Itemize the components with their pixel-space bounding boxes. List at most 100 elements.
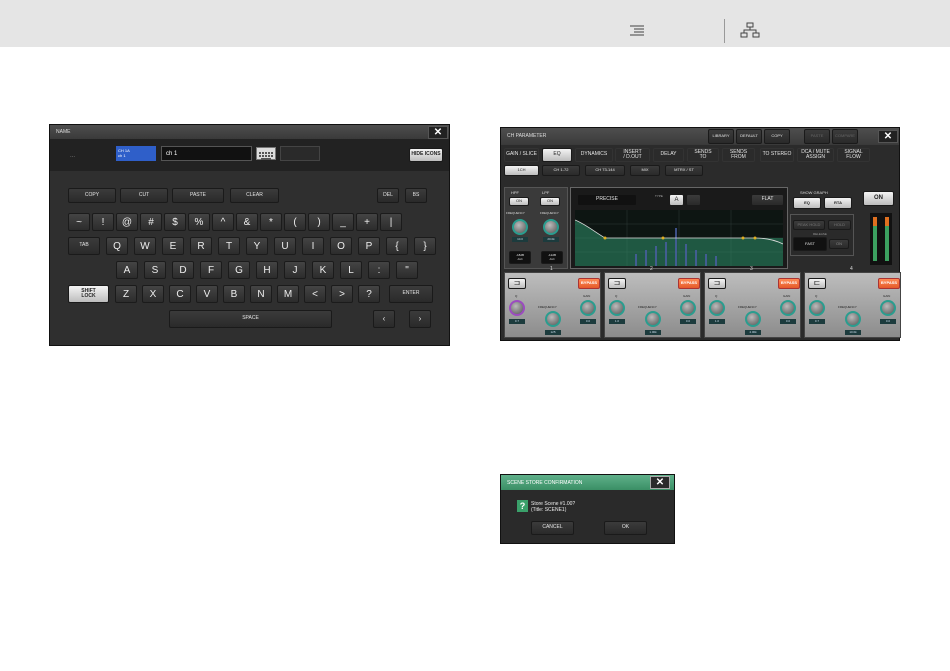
key-row1-8[interactable]: * (260, 213, 282, 231)
key-row2-11[interactable]: } (414, 237, 436, 255)
enter-key[interactable]: ENTER (389, 285, 433, 303)
key-row2-9[interactable]: P (358, 237, 380, 255)
bypass-button[interactable]: BYPASS (878, 278, 900, 289)
hpf-on-button[interactable]: ON (509, 197, 529, 206)
tab-0[interactable]: GAIN / SLICE (504, 148, 539, 162)
key-row2-10[interactable]: { (386, 237, 408, 255)
site-map-icon[interactable] (740, 22, 760, 38)
bypass-button[interactable]: BYPASS (678, 278, 700, 289)
key-row2-0[interactable]: Q (106, 237, 128, 255)
rta-on-button[interactable]: ON (829, 239, 849, 249)
paste-button[interactable]: PASTE (804, 129, 830, 144)
key-row1-3[interactable]: # (140, 213, 162, 231)
default-button[interactable]: DEFAULT (736, 129, 762, 144)
ok-button[interactable]: OK (604, 521, 647, 535)
key-row3-3[interactable]: F (200, 261, 222, 279)
key-row2-2[interactable]: E (162, 237, 184, 255)
close-icon[interactable]: ✕ (650, 476, 670, 489)
table-of-contents-icon[interactable] (628, 24, 646, 38)
tab-key[interactable]: TAB (68, 237, 100, 255)
close-icon[interactable]: ✕ (428, 126, 448, 139)
key-row4-1[interactable]: X (142, 285, 164, 303)
eq-mode-select[interactable]: PRECISE (577, 194, 637, 206)
key-row3-2[interactable]: D (172, 261, 194, 279)
q-knob[interactable] (709, 300, 725, 316)
gain-knob[interactable] (580, 300, 596, 316)
key-row1-0[interactable]: ~ (68, 213, 90, 231)
cut-button[interactable]: CUT (120, 188, 168, 203)
key-row3-4[interactable]: G (228, 261, 250, 279)
eq-response-graph[interactable] (575, 210, 783, 266)
release-speed-select[interactable]: FAST (793, 237, 827, 251)
key-row3-7[interactable]: K (312, 261, 334, 279)
band-type-select[interactable]: ⊐ (608, 278, 626, 289)
hold-button[interactable]: HOLD (828, 220, 851, 230)
name-input[interactable]: ch 1 (161, 146, 252, 161)
key-row4-4[interactable]: B (223, 285, 245, 303)
eq-type-b-button[interactable] (686, 194, 701, 206)
key-row1-11[interactable]: _ (332, 213, 354, 231)
key-row2-4[interactable]: T (218, 237, 240, 255)
copy-button[interactable]: COPY (764, 129, 790, 144)
cursor-right-key[interactable]: › (409, 310, 431, 328)
key-row2-5[interactable]: Y (246, 237, 268, 255)
keyboard-icon[interactable] (256, 147, 276, 160)
key-row4-9[interactable]: ? (358, 285, 380, 303)
key-row3-8[interactable]: L (340, 261, 362, 279)
key-row4-8[interactable]: > (331, 285, 353, 303)
eq-type-a-button[interactable]: A (669, 194, 684, 206)
key-row4-5[interactable]: N (250, 285, 272, 303)
key-row4-2[interactable]: C (169, 285, 191, 303)
tab-4[interactable]: DELAY (653, 148, 684, 162)
tab-7[interactable]: TO STEREO (760, 148, 794, 162)
key-row3-9[interactable]: : (368, 261, 390, 279)
tab-3[interactable]: INSERT / D.OUT (615, 148, 650, 162)
hide-icons-button[interactable]: HIDE ICONS (409, 148, 443, 162)
key-row4-0[interactable]: Z (115, 285, 137, 303)
lpf-frequency-knob[interactable] (543, 219, 559, 235)
key-row3-10[interactable]: " (396, 261, 418, 279)
tab-6[interactable]: SENDS FROM (722, 148, 755, 162)
key-row4-3[interactable]: V (196, 285, 218, 303)
key-row1-9[interactable]: ( (284, 213, 306, 231)
key-row1-2[interactable]: @ (116, 213, 138, 231)
frequency-knob[interactable] (745, 311, 761, 327)
tab-8[interactable]: DCA / MUTE ASSIGN (797, 148, 834, 162)
clear-button[interactable]: CLEAR (230, 188, 279, 203)
key-row1-7[interactable]: & (236, 213, 258, 231)
close-icon[interactable]: ✕ (878, 130, 898, 143)
tab-5[interactable]: SENDS TO (687, 148, 719, 162)
hpf-frequency-knob[interactable] (512, 219, 528, 235)
bypass-button[interactable]: BYPASS (778, 278, 800, 289)
key-row1-5[interactable]: % (188, 213, 210, 231)
cancel-button[interactable]: CANCEL (531, 521, 574, 535)
key-row1-1[interactable]: ! (92, 213, 114, 231)
subtab-3[interactable]: MIX (630, 165, 660, 176)
key-row2-3[interactable]: R (190, 237, 212, 255)
key-row2-7[interactable]: I (302, 237, 324, 255)
key-row1-12[interactable]: + (356, 213, 378, 231)
key-row3-5[interactable]: H (256, 261, 278, 279)
frequency-knob[interactable] (645, 311, 661, 327)
band-type-select[interactable]: ⊐ (708, 278, 726, 289)
subtab-1[interactable]: CH 1-72 (542, 165, 580, 176)
gain-knob[interactable] (680, 300, 696, 316)
subtab-2[interactable]: CH 73-144 (585, 165, 625, 176)
compare-button[interactable]: COMPARE (832, 129, 858, 144)
q-knob[interactable] (609, 300, 625, 316)
peak-hold-button[interactable]: PEAK HOLD (793, 220, 825, 230)
cursor-left-key[interactable]: ‹ (373, 310, 395, 328)
key-row2-8[interactable]: O (330, 237, 352, 255)
key-row1-10[interactable]: ) (308, 213, 330, 231)
gain-knob[interactable] (880, 300, 896, 316)
subtab-4[interactable]: MTRX / ST (665, 165, 703, 176)
tab-1[interactable]: EQ (542, 148, 572, 162)
key-row3-0[interactable]: A (116, 261, 138, 279)
key-row1-6[interactable]: ^ (212, 213, 234, 231)
copy-button[interactable]: COPY (68, 188, 116, 203)
key-row2-1[interactable]: W (134, 237, 156, 255)
q-knob[interactable] (809, 300, 825, 316)
tab-9[interactable]: SIGNAL FLOW (837, 148, 870, 162)
gain-knob[interactable] (780, 300, 796, 316)
delete-button[interactable]: DEL (377, 188, 399, 203)
